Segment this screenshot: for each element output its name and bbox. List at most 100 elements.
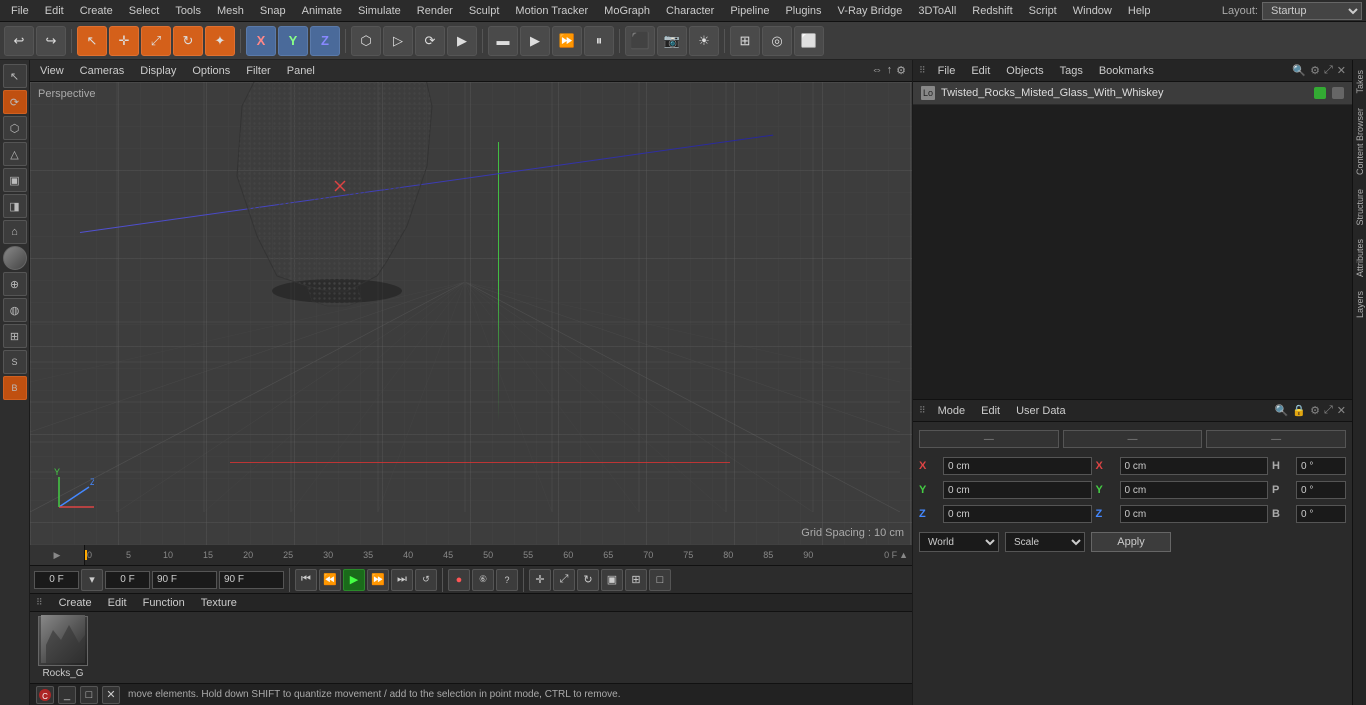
menu-edit[interactable]: Edit: [38, 3, 71, 19]
attr-input-b[interactable]: [1296, 505, 1346, 523]
toolbar-y-axis[interactable]: Y: [278, 26, 308, 56]
menu-select[interactable]: Select: [122, 3, 167, 19]
sidebar-array[interactable]: ⊞: [3, 324, 27, 348]
transport-floor2[interactable]: □: [649, 569, 671, 591]
sidebar-symmetry[interactable]: ◍: [3, 298, 27, 322]
toolbar-edge-mode[interactable]: ⟳: [415, 26, 445, 56]
toolbar-camera[interactable]: 📷: [657, 26, 687, 56]
transport-keyframe[interactable]: ⑥: [472, 569, 494, 591]
menu-render[interactable]: Render: [410, 3, 460, 19]
sidebar-texture[interactable]: ⊕: [3, 272, 27, 296]
attr-input-z-pos[interactable]: [943, 505, 1092, 523]
obj-close-icon[interactable]: ✕: [1337, 64, 1346, 77]
attr-tab-scale[interactable]: —: [1206, 430, 1346, 448]
obj-menu-tags[interactable]: Tags: [1056, 64, 1087, 78]
menu-mograph[interactable]: MoGraph: [597, 3, 657, 19]
apply-button[interactable]: Apply: [1091, 532, 1171, 552]
material-menu-edit[interactable]: Edit: [104, 596, 131, 610]
world-dropdown[interactable]: World Object: [919, 532, 999, 552]
toolbar-rotate[interactable]: ↻: [173, 26, 203, 56]
material-menu-function[interactable]: Function: [139, 596, 189, 610]
menu-pipeline[interactable]: Pipeline: [723, 3, 776, 19]
transport-record[interactable]: ●: [448, 569, 470, 591]
obj-visibility-dot[interactable]: [1314, 87, 1326, 99]
toolbar-poly-mode[interactable]: ▶: [447, 26, 477, 56]
toolbar-render-active[interactable]: ▬: [488, 26, 518, 56]
strip-tab-content-browser[interactable]: Content Browser: [1354, 102, 1366, 181]
menu-help[interactable]: Help: [1121, 3, 1158, 19]
toolbar-undo[interactable]: ↩: [4, 26, 34, 56]
menu-file[interactable]: File: [4, 3, 36, 19]
toolbar-light[interactable]: ☀: [689, 26, 719, 56]
toolbar-redo[interactable]: ↪: [36, 26, 66, 56]
menu-window[interactable]: Window: [1066, 3, 1119, 19]
sidebar-material[interactable]: [3, 246, 27, 270]
scale-dropdown[interactable]: Scale: [1005, 532, 1085, 552]
material-menu-create[interactable]: Create: [55, 596, 96, 610]
viewport-icon-settings[interactable]: ⚙: [896, 64, 906, 77]
viewport-icon-lock[interactable]: ↑: [887, 64, 893, 77]
toolbar-select[interactable]: ↖: [77, 26, 107, 56]
toolbar-move[interactable]: ✛: [109, 26, 139, 56]
transport-prev[interactable]: ⏪: [319, 569, 341, 591]
menu-simulate[interactable]: Simulate: [351, 3, 408, 19]
attr-input-z-rot[interactable]: [1120, 505, 1269, 523]
sidebar-null[interactable]: S: [3, 350, 27, 374]
sidebar-uv-mode[interactable]: ◨: [3, 194, 27, 218]
transport-snap2[interactable]: ⊞: [625, 569, 647, 591]
sidebar-rotate[interactable]: ⟳: [3, 90, 27, 114]
toolbar-scale[interactable]: ⤢: [141, 26, 171, 56]
viewport-menu-panel[interactable]: Panel: [283, 64, 319, 78]
3d-object[interactable]: [197, 82, 457, 316]
material-item[interactable]: Rocks_G: [38, 616, 88, 679]
status-minimize[interactable]: _: [58, 686, 76, 704]
attr-input-x-rot[interactable]: [1120, 457, 1269, 475]
attr-menu-edit[interactable]: Edit: [977, 404, 1004, 418]
status-close[interactable]: ✕: [102, 686, 120, 704]
menu-tools[interactable]: Tools: [168, 3, 208, 19]
attr-menu-userdata[interactable]: User Data: [1012, 404, 1070, 418]
attr-close-icon[interactable]: ✕: [1337, 404, 1346, 417]
toolbar-point-mode[interactable]: ▷: [383, 26, 413, 56]
sidebar-bevel[interactable]: B: [3, 376, 27, 400]
viewport-menu-filter[interactable]: Filter: [242, 64, 274, 78]
toolbar-obj-mode[interactable]: ⬡: [351, 26, 381, 56]
transport-rotate2[interactable]: ↻: [577, 569, 599, 591]
viewport-canvas[interactable]: Perspective: [30, 82, 912, 545]
attr-tab-pos[interactable]: —: [919, 430, 1059, 448]
menu-animate[interactable]: Animate: [295, 3, 349, 19]
transport-help[interactable]: ?: [496, 569, 518, 591]
transport-play[interactable]: ▶: [343, 569, 365, 591]
attr-lock-icon[interactable]: 🔒: [1292, 404, 1306, 417]
sidebar-point-mode[interactable]: ⬡: [3, 116, 27, 140]
transport-go-end[interactable]: ⏭: [391, 569, 413, 591]
attr-tab-rot[interactable]: —: [1063, 430, 1203, 448]
viewport-icon-resize[interactable]: ⇔: [872, 64, 883, 77]
strip-tab-layers[interactable]: Layers: [1354, 285, 1366, 324]
transport-go-start[interactable]: ⏮: [295, 569, 317, 591]
obj-search-icon[interactable]: 🔍: [1292, 64, 1306, 77]
menu-mesh[interactable]: Mesh: [210, 3, 251, 19]
toolbar-render-to-po[interactable]: ⏩: [552, 26, 582, 56]
attr-search-icon[interactable]: 🔍: [1275, 404, 1289, 417]
strip-tab-structure[interactable]: Structure: [1354, 183, 1366, 232]
obj-render-dot[interactable]: [1332, 87, 1344, 99]
transport-move2[interactable]: ✛: [529, 569, 551, 591]
attr-input-h[interactable]: [1296, 457, 1346, 475]
toolbar-render-pic[interactable]: ▶: [520, 26, 550, 56]
toolbar-render-settings[interactable]: ⏸: [584, 26, 614, 56]
obj-menu-objects[interactable]: Objects: [1002, 64, 1047, 78]
attr-input-y-rot[interactable]: [1120, 481, 1269, 499]
timeline-ruler[interactable]: ▶ 0 5 10 15 20 25 30 35 40 45 50 55 60: [30, 545, 912, 565]
transport-scale2[interactable]: ⤢: [553, 569, 575, 591]
menu-redshift[interactable]: Redshift: [965, 3, 1019, 19]
toolbar-z-axis[interactable]: Z: [310, 26, 340, 56]
transport-arrow-down[interactable]: ▾: [81, 569, 103, 591]
menu-motion-tracker[interactable]: Motion Tracker: [508, 3, 595, 19]
viewport-menu-display[interactable]: Display: [136, 64, 180, 78]
material-menu-texture[interactable]: Texture: [197, 596, 241, 610]
obj-settings-icon[interactable]: ⚙: [1310, 64, 1320, 77]
toolbar-grid[interactable]: ⊞: [730, 26, 760, 56]
menu-snap[interactable]: Snap: [253, 3, 293, 19]
menu-script[interactable]: Script: [1022, 3, 1064, 19]
